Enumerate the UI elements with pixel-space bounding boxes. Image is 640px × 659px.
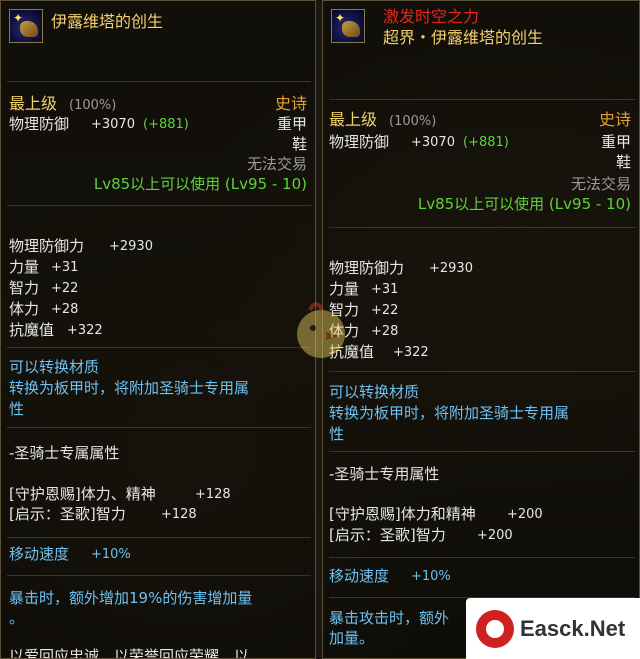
stat-value: +31: [51, 260, 79, 275]
move-speed-value: +10%: [411, 569, 451, 584]
divider: [7, 575, 311, 576]
divider: [7, 205, 311, 206]
phys-def-bonus: (+881): [463, 135, 509, 150]
skill-value: +128: [195, 487, 231, 502]
move-speed-label: 移动速度: [9, 545, 70, 563]
stat-value: +2930: [109, 239, 153, 254]
flavor-text: 以爱回应忠诚，以荣誉回应荣耀，以: [9, 647, 250, 659]
stat-value: +322: [393, 345, 429, 360]
skill-value: +200: [477, 528, 513, 543]
item-title: 超界・伊露维塔的创生: [383, 28, 544, 47]
armor-type: 重甲: [276, 115, 307, 133]
convert-line: 转换为板甲时，将附加圣骑士专用属: [9, 379, 250, 397]
stat-value: +2930: [429, 261, 473, 276]
stat-label: 体力: [9, 300, 40, 318]
phys-def-bonus: (+881): [143, 117, 189, 132]
stat-value: +22: [51, 281, 79, 296]
rarity-label: 史诗: [274, 94, 307, 113]
stat-label: 抗魔值: [9, 321, 55, 339]
divider: [7, 347, 311, 348]
convert-line: 转换为板甲时，将附加圣骑士专用属: [329, 404, 570, 422]
item-tooltip-left: ✦ 伊露维塔的创生 最上级 (100%) 史诗 物理防御 +3070 (+881…: [0, 0, 316, 659]
convert-line: 可以转换材质: [329, 383, 420, 401]
divider: [329, 557, 635, 558]
level-requirement: Lv85以上可以使用 (Lv95 - 10): [93, 175, 307, 193]
convert-line: 性: [9, 400, 25, 418]
skill-line: [守护恩赐]体力和精神: [329, 505, 476, 523]
divider: [7, 427, 311, 428]
crit-line: 。: [9, 609, 25, 627]
stat-label: 智力: [9, 279, 40, 297]
divider: [329, 99, 635, 100]
grade-percent: (100%): [389, 114, 437, 129]
convert-line: 性: [329, 425, 345, 443]
brand-text: Easck.Net: [520, 616, 626, 641]
stat-value: +31: [371, 282, 399, 297]
trade-status: 无法交易: [570, 175, 631, 193]
crit-line: 加量。: [329, 629, 375, 647]
item-tooltip-right: ✦ 激发时空之力 超界・伊露维塔的创生 最上级 (100%) 史诗 物理防御 +…: [322, 0, 640, 659]
crit-line: 暴击时，额外增加19%的伤害增加量: [9, 589, 253, 607]
easck-logo-icon: [476, 610, 514, 648]
easck-logo: Easck.Net: [466, 598, 640, 659]
divider: [7, 81, 311, 82]
rarity-label: 史诗: [598, 110, 631, 129]
grade-percent: (100%): [69, 98, 117, 113]
slot-type: 鞋: [615, 153, 631, 171]
stat-label: 物理防御力: [9, 237, 85, 255]
awaken-subtitle: 激发时空之力: [383, 7, 480, 26]
divider: [7, 537, 311, 538]
divider: [329, 451, 635, 452]
stat-label: 力量: [9, 258, 40, 276]
stat-label: 物理防御力: [329, 259, 405, 277]
skill-value: +200: [507, 507, 543, 522]
mascot-chick-icon: [297, 302, 345, 358]
skill-line: [守护恩赐]体力、精神: [9, 485, 156, 503]
grade-label: 最上级: [329, 110, 378, 129]
shoe-item-icon: ✦: [9, 9, 43, 43]
shoe-item-icon: ✦: [331, 9, 365, 43]
stat-value: +322: [67, 323, 103, 338]
trade-status: 无法交易: [246, 155, 307, 173]
class-attr-header: -圣骑士专属属性: [9, 444, 120, 462]
level-requirement: Lv85以上可以使用 (Lv95 - 10): [417, 195, 631, 213]
phys-def-value: +3070: [91, 117, 135, 132]
move-speed-value: +10%: [91, 547, 131, 562]
stat-value: +22: [371, 303, 399, 318]
item-title: 伊露维塔的创生: [51, 12, 164, 31]
stat-value: +28: [51, 302, 79, 317]
stat-value: +28: [371, 324, 399, 339]
convert-line: 可以转换材质: [9, 358, 100, 376]
grade-label: 最上级: [9, 94, 58, 113]
phys-def-label: 物理防御: [9, 115, 70, 133]
armor-type: 重甲: [600, 133, 631, 151]
slot-type: 鞋: [291, 135, 307, 153]
divider: [329, 371, 635, 372]
skill-value: +128: [161, 507, 197, 522]
skill-line: [启示：圣歌]智力: [329, 526, 446, 544]
class-attr-header: -圣骑士专用属性: [329, 465, 440, 483]
skill-line: [启示：圣歌]智力: [9, 505, 126, 523]
move-speed-label: 移动速度: [329, 567, 390, 585]
phys-def-value: +3070: [411, 135, 455, 150]
divider: [329, 227, 635, 228]
phys-def-label: 物理防御: [329, 133, 390, 151]
crit-line: 暴击攻击时，额外: [329, 609, 450, 627]
